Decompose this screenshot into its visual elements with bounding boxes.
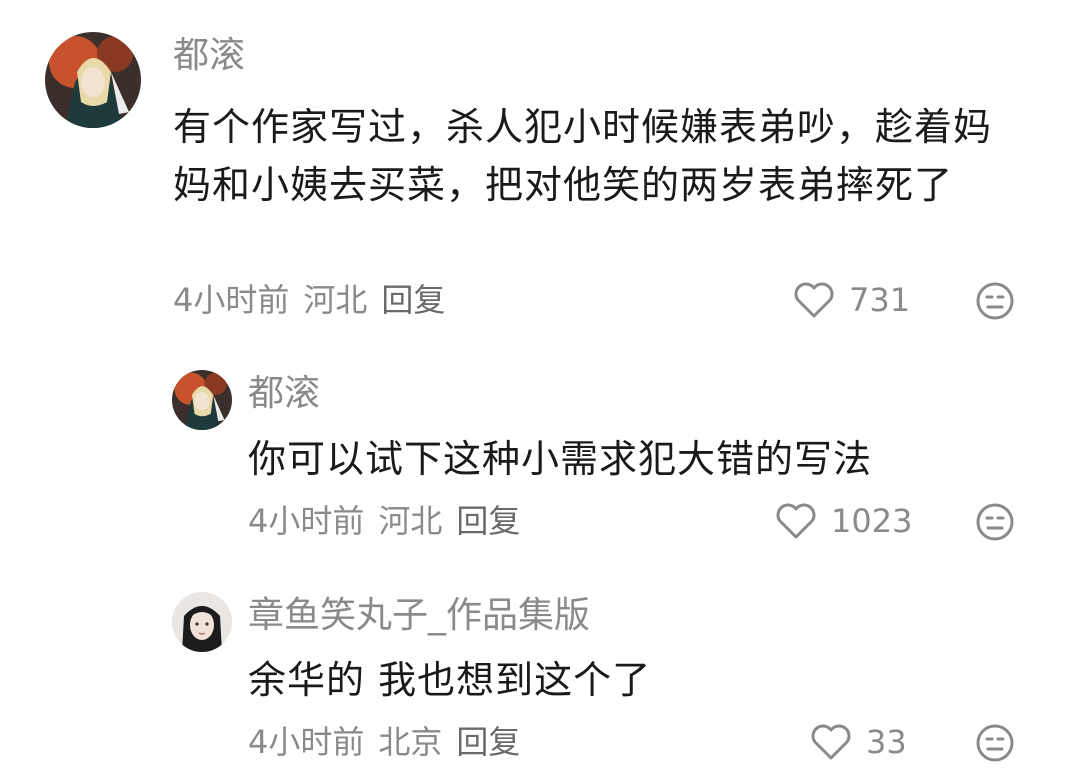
comment-meta: 4小时前 河北 回复	[248, 501, 534, 541]
heart-outline-icon	[794, 282, 834, 318]
reply-item: 都滚 你可以试下这种小需求犯大错的写法 4小时前 河北 回复 1023	[0, 340, 1080, 560]
comment-meta: 4小时前 河北 回复	[173, 280, 459, 320]
neutral-face-icon	[976, 724, 1014, 762]
reply-button[interactable]: 回复	[456, 723, 520, 761]
comment-time: 4小时前	[248, 502, 365, 540]
user-avatar[interactable]	[172, 592, 232, 652]
user-avatar[interactable]	[172, 370, 232, 430]
anime-avatar-icon	[172, 370, 232, 430]
like-button[interactable]: 33	[810, 722, 907, 762]
comment-username[interactable]: 都滚	[248, 372, 320, 416]
like-button[interactable]: 731	[793, 280, 910, 320]
comment-meta: 4小时前 北京 回复	[248, 722, 534, 762]
portrait-avatar-icon	[172, 592, 232, 652]
comment-location: 北京	[378, 723, 443, 761]
anime-avatar-icon	[45, 32, 141, 128]
reply-button[interactable]: 回复	[456, 502, 520, 540]
comment-location: 河北	[303, 281, 368, 319]
user-avatar[interactable]	[45, 32, 141, 128]
comment-time: 4小时前	[173, 281, 290, 319]
comment-username[interactable]: 章鱼笑丸子_作品集版	[248, 594, 590, 638]
like-count: 731	[849, 281, 911, 319]
heart-outline-icon	[811, 724, 851, 760]
reply-button[interactable]: 回复	[381, 281, 445, 319]
heart-outline-icon	[776, 503, 816, 539]
comment-text: 余华的 我也想到这个了	[248, 658, 652, 702]
reaction-button[interactable]	[975, 502, 1015, 542]
neutral-face-icon	[976, 503, 1014, 541]
like-button[interactable]: 1023	[775, 501, 912, 541]
comment-item: 都滚 有个作家写过，杀人犯小时候嫌表弟吵，趁着妈妈和小姨去买菜，把对他笑的两岁表…	[0, 0, 1080, 340]
reaction-button[interactable]	[975, 281, 1015, 321]
comment-username[interactable]: 都滚	[173, 34, 245, 78]
comment-location: 河北	[378, 502, 443, 540]
like-count: 33	[866, 723, 907, 761]
comment-text: 你可以试下这种小需求犯大错的写法	[248, 437, 873, 481]
comment-time: 4小时前	[248, 723, 365, 761]
reply-item: 章鱼笑丸子_作品集版 余华的 我也想到这个了 4小时前 北京 回复 33	[0, 560, 1080, 778]
reaction-button[interactable]	[975, 723, 1015, 763]
neutral-face-icon	[976, 282, 1014, 320]
like-count: 1023	[831, 502, 913, 540]
comment-text: 有个作家写过，杀人犯小时候嫌表弟吵，趁着妈妈和小姨去买菜，把对他笑的两岁表弟摔死…	[173, 105, 993, 207]
